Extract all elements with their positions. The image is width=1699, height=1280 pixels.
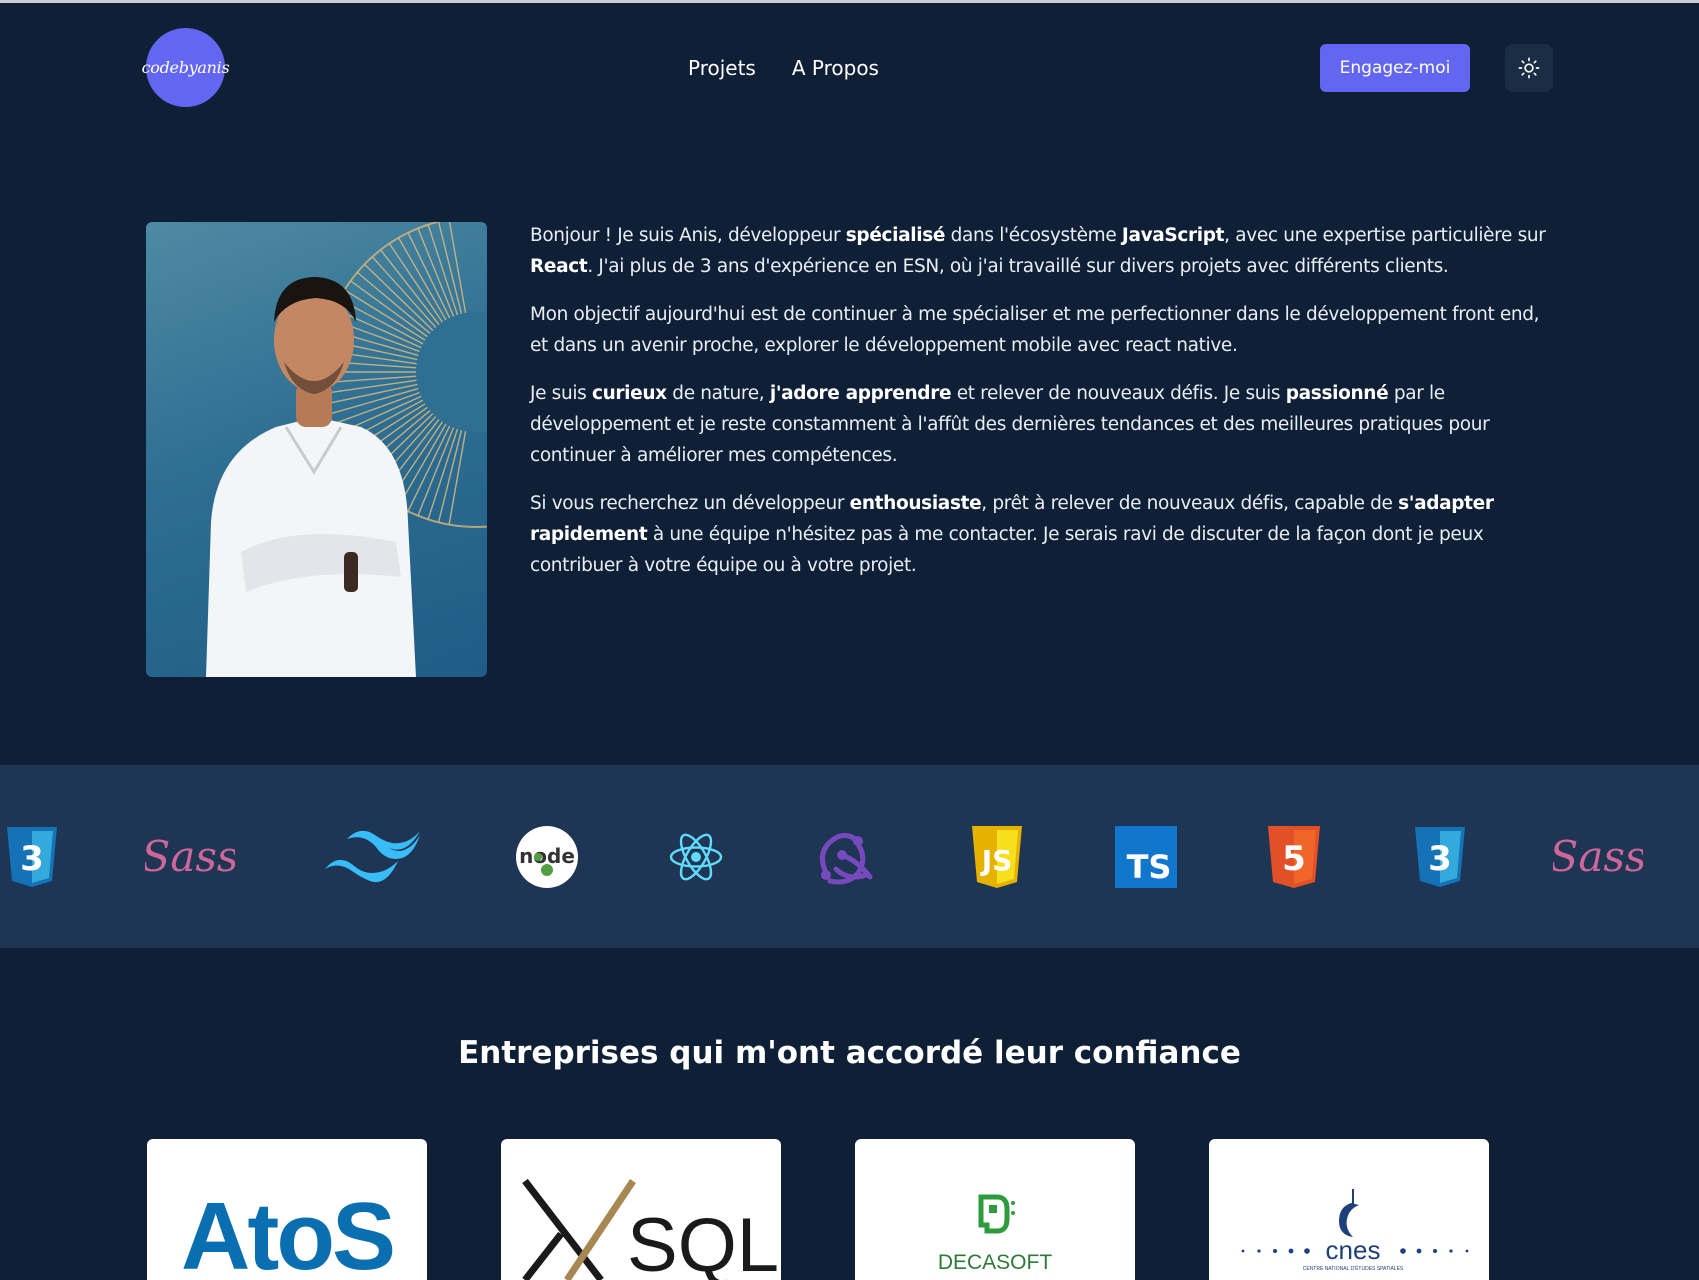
sun-icon xyxy=(1518,57,1540,79)
svg-text:JS: JS xyxy=(980,844,1013,877)
about-paragraph: Mon objectif aujourd'hui est de continue… xyxy=(530,299,1558,361)
about-highlight: React xyxy=(530,256,588,277)
about-text-run: . J'ai plus de 3 ans d'expérience en ESN… xyxy=(587,256,1449,277)
svg-text:CENTRE NATIONAL D'ÉTUDES SPATI: CENTRE NATIONAL D'ÉTUDES SPATIALES xyxy=(1303,1265,1404,1272)
svg-text:3: 3 xyxy=(1428,839,1452,879)
typescript-icon: TS xyxy=(1115,765,1177,948)
about-text-run: Mon objectif aujourd'hui est de continue… xyxy=(530,304,1540,356)
react-icon xyxy=(668,765,724,948)
about-text-run: et relever de nouveaux défis. Je suis xyxy=(951,383,1286,404)
profile-photo xyxy=(146,222,487,677)
logo-text: codebyanis xyxy=(141,58,230,77)
javascript-icon: JS xyxy=(970,765,1024,948)
about-highlight: passionné xyxy=(1285,383,1389,404)
svg-text:AtoS: AtoS xyxy=(181,1183,393,1280)
redux-icon xyxy=(812,765,880,948)
about-text-run: , prêt à relever de nouveaux défis, capa… xyxy=(981,493,1399,514)
about-text-run: , avec une expertise particulière sur xyxy=(1224,225,1546,246)
css3-icon: 3 xyxy=(1412,765,1468,948)
svg-text:3: 3 xyxy=(20,839,44,879)
sass-icon: Sass xyxy=(145,765,235,948)
svg-text:5: 5 xyxy=(1282,839,1306,879)
about-highlight: spécialisé xyxy=(845,225,946,246)
about-text-run: Je suis xyxy=(530,383,592,404)
nodejs-icon: node xyxy=(515,765,579,948)
about-text-run: à une équipe n'hésitez pas à me contacte… xyxy=(530,524,1484,576)
svg-text:DECASOFT: DECASOFT xyxy=(938,1251,1053,1274)
about-text-run: dans l'écosystème xyxy=(945,225,1122,246)
theme-toggle-button[interactable] xyxy=(1505,44,1553,92)
svg-text:TS: TS xyxy=(1127,848,1172,886)
companies-title: Entreprises qui m'ont accordé leur confi… xyxy=(458,1035,1241,1071)
company-logo-cnes: cnes CENTRE NATIONAL D'ÉTUDES SPATIALES xyxy=(1209,1139,1489,1280)
svg-text:SQLI: SQLI xyxy=(627,1203,781,1280)
svg-text:Sass: Sass xyxy=(145,832,235,881)
sass-icon: Sass xyxy=(1553,765,1643,948)
tech-stack-band: 3 Sass node JS TS 5 3 Sass xyxy=(0,765,1699,948)
site-logo[interactable]: codebyanis xyxy=(142,28,230,107)
company-logo-atos: AtoS xyxy=(147,1139,427,1280)
window-top-border xyxy=(0,0,1699,3)
about-highlight: enthousiaste xyxy=(849,493,982,514)
about-paragraph: Bonjour ! Je suis Anis, développeur spéc… xyxy=(530,220,1558,282)
company-logo-decasoft: DECASOFT xyxy=(855,1139,1135,1280)
about-paragraph: Je suis curieux de nature, j'adore appre… xyxy=(530,378,1558,471)
company-logo-sqli: SQLI xyxy=(501,1139,781,1280)
html5-icon: 5 xyxy=(1266,765,1322,948)
about-paragraph: Si vous recherchez un développeur enthou… xyxy=(530,488,1558,581)
nav-link-a-propos[interactable]: A Propos xyxy=(792,56,879,80)
css3-icon: 3 xyxy=(4,765,60,948)
about-text-run: Bonjour ! Je suis Anis, développeur xyxy=(530,225,846,246)
about-highlight: j'adore apprendre xyxy=(769,383,952,404)
about-highlight: curieux xyxy=(591,383,667,404)
main-nav: Projets A Propos xyxy=(688,56,879,80)
about-highlight: JavaScript xyxy=(1121,225,1225,246)
about-text-run: Si vous recherchez un développeur xyxy=(530,493,850,514)
tailwind-icon xyxy=(320,765,426,948)
about-text: Bonjour ! Je suis Anis, développeur spéc… xyxy=(530,220,1558,598)
svg-text:Sass: Sass xyxy=(1553,832,1643,881)
hire-me-button[interactable]: Engagez-moi xyxy=(1320,44,1470,92)
nav-link-projets[interactable]: Projets xyxy=(688,56,756,80)
about-text-run: de nature, xyxy=(666,383,770,404)
svg-text:cnes: cnes xyxy=(1326,1235,1381,1265)
